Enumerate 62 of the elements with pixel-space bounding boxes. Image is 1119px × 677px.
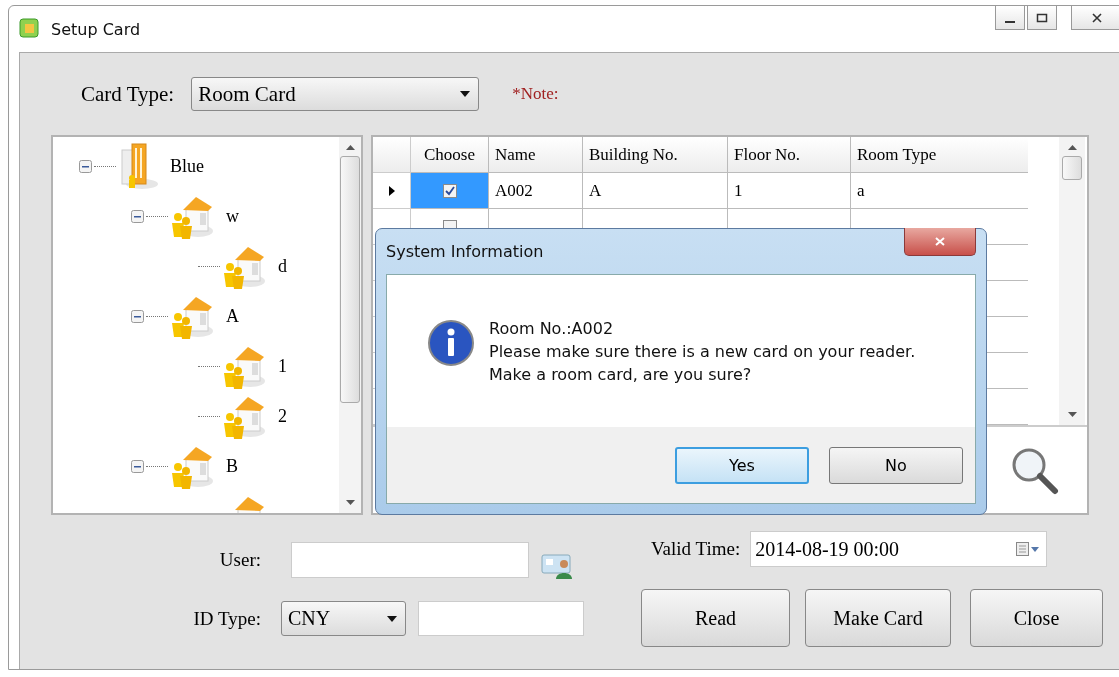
checkbox[interactable] [442, 183, 457, 198]
dialog-close-button[interactable] [904, 228, 976, 256]
action-button[interactable]: Read [641, 589, 790, 647]
column-header[interactable]: Building No. [583, 137, 728, 173]
card-type-dropdown[interactable]: Room Card [191, 77, 480, 111]
user-label: User: [218, 549, 261, 571]
user-field[interactable] [291, 542, 529, 578]
id-type-label: ID Type: [192, 607, 261, 630]
info-icon [427, 319, 475, 367]
scroll-up-icon [1067, 145, 1077, 150]
dialog-message: Please make sure there is a new card on your reader. [489, 341, 916, 363]
tree-item[interactable]: 2 [278, 405, 287, 427]
id-type-dropdown[interactable]: CNY [281, 601, 406, 636]
table-cell: A [589, 180, 602, 201]
scroll-thumb[interactable] [1062, 156, 1082, 180]
table-cell: a [857, 180, 865, 201]
tree-item[interactable]: A [226, 305, 239, 327]
dialog-title: System Information [386, 242, 544, 261]
close-button[interactable] [1071, 6, 1119, 30]
tree-item[interactable]: 1 [278, 355, 287, 377]
card-type-label: Card Type: [81, 81, 175, 107]
dialog-button[interactable]: No [829, 447, 963, 484]
valid-time-field[interactable]: 2014-08-19 00:00 [750, 531, 1048, 567]
action-button[interactable]: Make Card [805, 589, 951, 647]
dialog-message: Room No.:A002 [489, 318, 615, 340]
table-cell: 1 [734, 180, 743, 201]
dialog-button[interactable]: Yes [675, 447, 809, 484]
tree-item[interactable]: B [226, 455, 238, 477]
collapse-icon[interactable] [79, 159, 92, 173]
grid-scrollbar[interactable] [1059, 137, 1085, 425]
column-header[interactable]: Floor No. [728, 137, 851, 173]
maximize-button[interactable] [1027, 6, 1057, 30]
action-button[interactable]: Close [970, 589, 1103, 647]
calendar-icon [1016, 542, 1041, 556]
minimize-button[interactable] [995, 6, 1025, 30]
minimize-icon [1005, 20, 1015, 23]
scroll-down-icon [345, 500, 355, 505]
note-label: *Note: [512, 84, 559, 104]
collapse-icon[interactable] [131, 309, 144, 323]
maximize-icon [1036, 12, 1048, 23]
scroll-up-icon [345, 145, 355, 150]
tree-item[interactable]: w [226, 205, 239, 227]
office-building-icon [118, 142, 158, 190]
scrollbar[interactable] [339, 137, 361, 513]
column-header[interactable]: Room Type [851, 137, 1028, 173]
window-title: Setup Card [51, 19, 141, 39]
collapse-icon[interactable] [131, 209, 144, 223]
table-cell: A002 [495, 180, 533, 201]
scroll-thumb[interactable] [340, 156, 360, 403]
id-number-field[interactable] [418, 601, 584, 636]
tree-item[interactable]: d [278, 255, 287, 277]
valid-time-label: Valid Time: [651, 538, 741, 560]
app-icon [19, 18, 41, 40]
dialog-message: Make a room card, are you sure? [489, 364, 753, 386]
close-icon [934, 237, 946, 246]
dropdown-arrow-icon [387, 615, 397, 622]
close-icon [1091, 12, 1103, 23]
column-header[interactable]: Name [489, 137, 583, 173]
dropdown-arrow-icon [460, 91, 471, 97]
collapse-icon[interactable] [131, 459, 144, 473]
scroll-down-icon [1067, 412, 1077, 417]
tree-item[interactable]: Blue [170, 155, 204, 177]
